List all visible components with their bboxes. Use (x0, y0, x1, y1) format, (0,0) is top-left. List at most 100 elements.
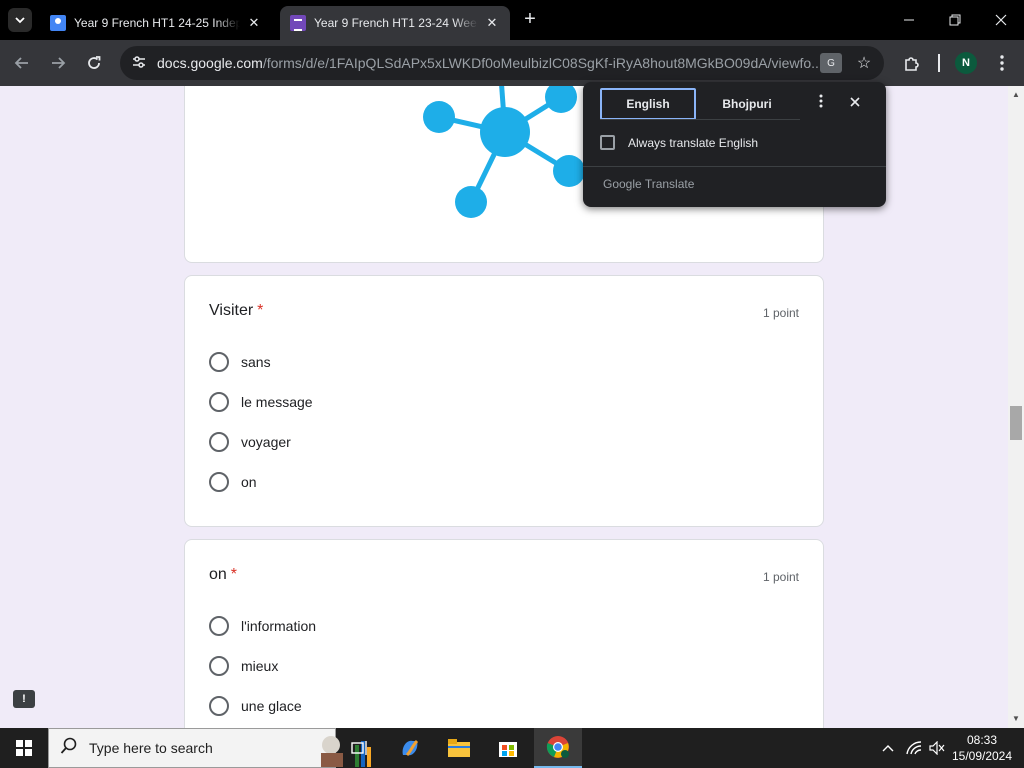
translate-popup: English Bhojpuri Always translate Englis… (583, 82, 886, 207)
url-text[interactable]: docs.google.com/forms/d/e/1FAIpQLSdAPx5x… (154, 55, 820, 71)
url-path: /forms/d/e/1FAIpQLSdAPx5xLWKDf0oMeulbizl… (262, 55, 820, 71)
more-vert-icon (1000, 55, 1004, 71)
close-icon (995, 14, 1007, 26)
bookmark-star-icon[interactable]: ☆ (852, 53, 876, 73)
tab-target-language[interactable]: Bhojpuri (707, 88, 787, 120)
radio-button[interactable] (209, 432, 229, 452)
chevron-up-icon (882, 745, 894, 752)
question-points: 1 point (762, 570, 799, 584)
scrollbar-thumb[interactable] (1010, 406, 1022, 440)
radio-option[interactable]: voyager (209, 430, 291, 454)
scroll-down-arrow-icon[interactable]: ▼ (1008, 712, 1024, 726)
more-vert-icon (819, 94, 823, 108)
toolbar-divider (938, 54, 940, 72)
arrow-right-icon (52, 57, 66, 69)
copilot-button[interactable] (386, 728, 434, 768)
always-translate-checkbox[interactable] (600, 135, 615, 150)
address-bar[interactable]: docs.google.com/forms/d/e/1FAIpQLSdAPx5x… (120, 46, 884, 80)
radio-option[interactable]: l'information (209, 614, 316, 638)
browser-tab-classroom[interactable]: Year 9 French HT1 24-25 Independent ✕ (40, 6, 272, 40)
reload-button[interactable] (80, 49, 108, 77)
option-label[interactable]: on (241, 474, 257, 490)
search-placeholder: Type here to search (89, 740, 213, 756)
store-icon (499, 742, 517, 757)
radio-option[interactable]: sans (209, 350, 271, 374)
radio-button[interactable] (209, 696, 229, 716)
back-button[interactable] (8, 49, 36, 77)
radio-button[interactable] (209, 352, 229, 372)
translate-options-button[interactable] (811, 94, 831, 114)
close-popup-button[interactable] (845, 94, 865, 114)
volume-muted-icon (929, 741, 945, 755)
browser-toolbar: docs.google.com/forms/d/e/1FAIpQLSdAPx5x… (0, 40, 1024, 86)
question-title: Visiter * (209, 302, 263, 320)
scroll-up-arrow-icon[interactable]: ▲ (1008, 88, 1024, 102)
wifi-icon (906, 741, 922, 755)
minimize-button[interactable] (886, 0, 932, 40)
google-classroom-icon (50, 15, 66, 31)
option-label[interactable]: sans (241, 354, 271, 370)
arrow-left-icon (14, 57, 28, 69)
tab-title: Year 9 French HT1 23-24 Week 1 (314, 16, 478, 30)
tab-search-button[interactable] (8, 8, 32, 32)
volume-button[interactable] (927, 728, 947, 768)
close-tab-icon[interactable]: ✕ (484, 15, 500, 31)
task-view-button[interactable] (336, 728, 384, 768)
windows-taskbar: Type here to search 08:33 15/09/2024 (0, 728, 1024, 768)
clock-time: 08:33 (966, 733, 998, 747)
tab-source-language[interactable]: English (600, 88, 696, 120)
footer-brand: Google (603, 177, 642, 191)
chevron-down-icon (15, 17, 25, 24)
site-settings-icon[interactable] (124, 54, 154, 73)
google-translate-footer: Google Translate (603, 177, 694, 191)
browser-tab-forms[interactable]: Year 9 French HT1 23-24 Week 1 ✕ (280, 6, 510, 40)
report-feedback-icon[interactable]: ! (13, 690, 35, 708)
chrome-icon (546, 736, 569, 758)
browser-tab-strip: Year 9 French HT1 24-25 Independent ✕ Ye… (0, 0, 1024, 40)
question-card: on * 1 point l'information mieux une glac… (184, 539, 824, 728)
restore-icon (949, 14, 961, 26)
translate-icon[interactable]: G (820, 53, 842, 73)
copilot-icon (402, 739, 419, 757)
profile-avatar[interactable]: N (955, 52, 977, 74)
microsoft-store-button[interactable] (484, 728, 532, 768)
question-title: on * (209, 566, 237, 584)
chrome-menu-button[interactable] (988, 49, 1016, 77)
show-hidden-icons-button[interactable] (878, 728, 898, 768)
radio-button[interactable] (209, 616, 229, 636)
file-explorer-button[interactable] (435, 728, 483, 768)
minimize-icon (904, 19, 914, 21)
extensions-button[interactable] (898, 49, 926, 77)
always-translate-label[interactable]: Always translate English (628, 136, 758, 150)
new-tab-button[interactable]: + (518, 8, 542, 32)
radio-option[interactable]: on (209, 470, 257, 494)
radio-button[interactable] (209, 656, 229, 676)
chrome-taskbar-button[interactable] (534, 728, 582, 768)
required-asterisk: * (230, 566, 238, 583)
close-window-button[interactable] (978, 0, 1024, 40)
radio-option[interactable]: une glace (209, 694, 302, 718)
network-button[interactable] (904, 728, 924, 768)
radio-option[interactable]: mieux (209, 654, 278, 678)
forward-button[interactable] (44, 49, 72, 77)
reload-icon (88, 56, 101, 69)
radio-button[interactable] (209, 472, 229, 492)
required-asterisk: * (257, 302, 264, 319)
google-forms-icon (290, 15, 306, 31)
close-icon (850, 97, 860, 107)
start-button[interactable] (0, 728, 48, 768)
clock-date: 15/09/2024 (951, 749, 1013, 763)
taskbar-search-box[interactable]: Type here to search (48, 728, 371, 768)
option-label[interactable]: mieux (241, 658, 278, 674)
option-label[interactable]: une glace (241, 698, 302, 714)
restore-button[interactable] (932, 0, 978, 40)
option-label[interactable]: le message (241, 394, 313, 410)
windows-logo-icon (16, 740, 32, 756)
close-tab-icon[interactable]: ✕ (246, 15, 262, 31)
radio-option[interactable]: le message (209, 390, 313, 414)
option-label[interactable]: l'information (241, 618, 316, 634)
option-label[interactable]: voyager (241, 434, 291, 450)
system-clock[interactable]: 08:33 15/09/2024 (950, 732, 1014, 764)
puzzle-icon (905, 57, 919, 71)
radio-button[interactable] (209, 392, 229, 412)
